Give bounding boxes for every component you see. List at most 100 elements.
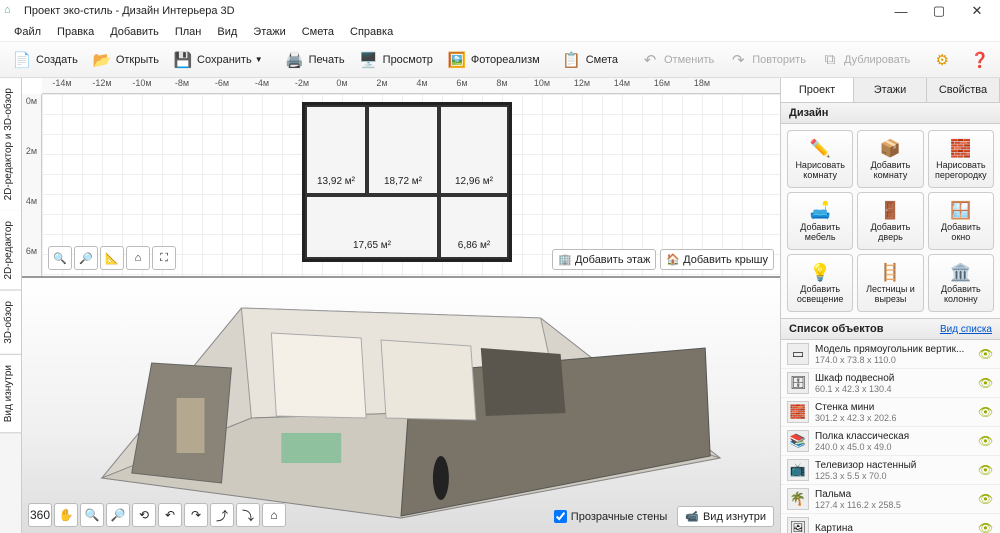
light-icon: 💡 [810,262,831,284]
side-tabs: Проект Этажи Свойства [781,78,1000,103]
add-room-button[interactable]: 📦Добавить комнату [857,130,923,188]
draw-partition-button[interactable]: 🧱Нарисовать перегородку [928,130,994,188]
eye-icon[interactable]: 👁 [978,405,994,419]
draw-room-button[interactable]: ✏️Нарисовать комнату [787,130,853,188]
menu-edit[interactable]: Правка [49,24,102,40]
vtab-2d-3d[interactable]: 2D-редактор и 3D-обзор [0,78,21,211]
stairs-icon: 🪜 [880,262,901,284]
maximize-button[interactable]: ▢ [920,0,958,22]
list-item[interactable]: 🗄Шкаф подвесной60.1 x 42.3 x 130.4👁 [781,369,1000,398]
menubar: Файл Правка Добавить План Вид Этажи Смет… [0,22,1000,42]
list-item[interactable]: 📚Полка классическая240.0 x 45.0 x 49.0👁 [781,427,1000,456]
minimize-button[interactable]: — [882,0,920,22]
rotate-right-button[interactable]: ↷ [184,503,208,527]
chevron-down-icon: ▼ [255,55,263,64]
view-3d[interactable]: 360 ✋ 🔍 🔎 ⟲ ↶ ↷ ⤴ ⤵ ⌂ Прозрачные стены 📹… [22,278,780,533]
floor-icon: 🏢 [558,253,572,266]
vtab-2d[interactable]: 2D-редактор [0,211,21,291]
floor-buttons: 🏢 Добавить этаж 🏠 Добавить крышу [552,249,774,270]
orbit-button[interactable]: 360 [28,503,52,527]
partition-icon: 🧱 [950,138,971,160]
view3d-right: Прозрачные стены 📹Вид изнутри [554,506,774,527]
duplicate-icon: ⧉ [820,50,840,70]
design-header: Дизайн [781,103,1000,124]
fit-button[interactable]: ⛶ [152,246,176,270]
eye-icon[interactable]: 👁 [978,492,994,506]
menu-floors[interactable]: Этажи [245,24,293,40]
add-door-button[interactable]: 🚪Добавить дверь [857,192,923,250]
eye-icon[interactable]: 👁 [978,434,994,448]
help-button[interactable]: ❓ [964,47,1000,73]
add-roof-button[interactable]: 🏠 Добавить крышу [660,249,774,270]
measure-button[interactable]: 📐 [100,246,124,270]
pan-button[interactable]: ✋ [54,503,78,527]
menu-plan[interactable]: План [167,24,210,40]
settings-button[interactable]: ⚙ [926,47,962,73]
menu-estimate[interactable]: Смета [294,24,342,40]
add-furniture-button[interactable]: 🛋️Добавить мебель [787,192,853,250]
redo-button[interactable]: ↷Повторить [722,47,812,73]
eye-icon[interactable]: 👁 [978,521,994,533]
tilt-up-button[interactable]: ⤴ [210,503,234,527]
objects-header: Список объектов Вид списка [781,318,1000,340]
menu-add[interactable]: Добавить [102,24,167,40]
list-item[interactable]: 📺Телевизор настенный125.3 x 5.5 x 70.0👁 [781,456,1000,485]
zoom-in-button[interactable]: 🔎 [74,246,98,270]
create-button[interactable]: 📄Создать [6,47,84,73]
menu-help[interactable]: Справка [342,24,401,40]
duplicate-button[interactable]: ⧉Дублировать [814,47,916,73]
help-icon: ❓ [970,50,990,70]
list-view-link[interactable]: Вид списка [940,324,992,335]
preview-button[interactable]: 🖥️Просмотр [353,47,439,73]
estimate-button[interactable]: 📋Смета [556,47,624,73]
inside-view-button[interactable]: 📹Вид изнутри [677,506,774,527]
print-button[interactable]: 🖨️Печать [279,47,351,73]
eye-icon[interactable]: 👁 [978,376,994,390]
reset-button[interactable]: ⟲ [132,503,156,527]
zoom-out-3d-button[interactable]: 🔍 [80,503,104,527]
printer-icon: 🖨️ [285,50,305,70]
disk-icon: 💾 [173,50,193,70]
toolbar: 📄Создать 📂Открыть 💾Сохранить▼ 🖨️Печать 🖥… [0,42,1000,78]
vtab-inside[interactable]: Вид изнутри [0,355,21,433]
tab-floors[interactable]: Этажи [854,78,927,102]
undo-button[interactable]: ↶Отменить [634,47,720,73]
add-floor-button[interactable]: 🏢 Добавить этаж [552,249,656,270]
vtab-3d[interactable]: 3D-обзор [0,291,21,355]
vertical-tabs: 2D-редактор и 3D-обзор 2D-редактор 3D-об… [0,78,22,533]
menu-view[interactable]: Вид [209,24,245,40]
photo-button[interactable]: 🖼️Фотореализм [441,47,546,73]
tab-project[interactable]: Проект [781,78,854,102]
undo-icon: ↶ [640,50,660,70]
home-button[interactable]: ⌂ [126,246,150,270]
zoom-out-button[interactable]: 🔍 [48,246,72,270]
rotate-left-button[interactable]: ↶ [158,503,182,527]
add-window-button[interactable]: 🪟Добавить окно [928,192,994,250]
photo-icon: 🖼️ [447,50,467,70]
list-item[interactable]: 🖼Картина👁 [781,514,1000,533]
menu-file[interactable]: Файл [6,24,49,40]
gear-icon: ⚙ [932,50,952,70]
zoom-in-3d-button[interactable]: 🔎 [106,503,130,527]
close-button[interactable]: ✕ [958,0,996,22]
eye-icon[interactable]: 👁 [978,347,994,361]
camera-icon: 📹 [685,510,699,523]
save-button[interactable]: 💾Сохранить▼ [167,47,269,73]
view-2d[interactable]: -14м-12м-10м-8м-6м-4м-2м0м2м4м6м8м10м12м… [22,78,780,278]
list-item[interactable]: ▭Модель прямоугольник вертик...174.0 x 7… [781,340,1000,369]
add-light-button[interactable]: 💡Добавить освещение [787,254,853,312]
ruler-horizontal: -14м-12м-10м-8м-6м-4м-2м0м2м4м6м8м10м12м… [42,78,780,94]
stairs-button[interactable]: 🪜Лестницы и вырезы [857,254,923,312]
open-button[interactable]: 📂Открыть [86,47,165,73]
monitor-icon: 🖥️ [359,50,379,70]
home-3d-button[interactable]: ⌂ [262,503,286,527]
tilt-down-button[interactable]: ⤵ [236,503,260,527]
add-column-button[interactable]: 🏛️Добавить колонну [928,254,994,312]
list-item[interactable]: 🧱Стенка мини301.2 x 42.3 x 202.6👁 [781,398,1000,427]
transparent-walls-checkbox[interactable]: Прозрачные стены [554,510,667,523]
view2d-tools: 🔍 🔎 📐 ⌂ ⛶ [48,246,176,270]
eye-icon[interactable]: 👁 [978,463,994,477]
tab-properties[interactable]: Свойства [927,78,1000,102]
list-item[interactable]: 🌴Пальма127.4 x 116.2 x 258.5👁 [781,485,1000,514]
view3d-tools: 360 ✋ 🔍 🔎 ⟲ ↶ ↷ ⤴ ⤵ ⌂ [28,503,286,527]
